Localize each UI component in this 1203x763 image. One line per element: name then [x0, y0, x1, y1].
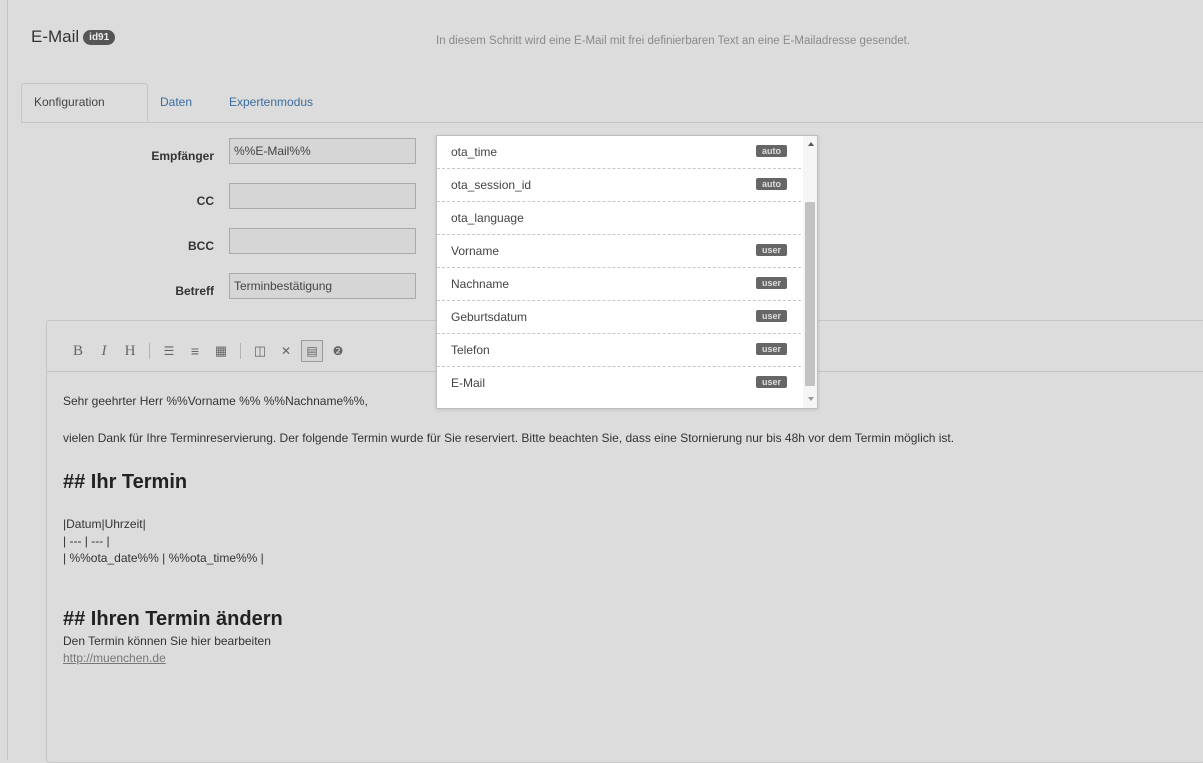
user-tag: user: [755, 244, 787, 256]
scroll-down-arrow-icon[interactable]: [808, 397, 814, 401]
heading-icon[interactable]: H: [119, 340, 141, 362]
subject-input[interactable]: Terminbestätigung: [229, 273, 416, 299]
id-badge: id91: [83, 30, 116, 45]
left-border: [7, 0, 8, 760]
dropdown-option[interactable]: ota_language: [437, 202, 801, 235]
dropdown-option[interactable]: Vorname user: [437, 235, 801, 268]
dropdown-option[interactable]: E-Mail user: [437, 367, 801, 400]
side-by-side-icon[interactable]: ◫: [249, 340, 271, 362]
editor-content[interactable]: Sehr geehrter Herr %%Vorname %% %%Nachna…: [63, 393, 1185, 667]
option-label: E-Mail: [451, 376, 486, 390]
auto-tag: auto: [756, 145, 787, 157]
scrollbar-thumb[interactable]: [805, 202, 815, 386]
change-link[interactable]: http://muenchen.de: [63, 650, 1185, 667]
bcc-label: BCC: [188, 239, 214, 253]
user-tag: user: [755, 343, 787, 355]
option-label: Nachname: [451, 277, 510, 291]
table-row-line: | %%ota_date%% | %%ota_time%% |: [63, 551, 264, 565]
title-text: E-Mail: [31, 27, 80, 46]
recipient-input[interactable]: %%E-Mail%%: [229, 138, 416, 164]
toolbar-separator: [149, 343, 150, 359]
help-icon[interactable]: ❷: [327, 340, 349, 362]
option-label: Geburtsdatum: [451, 310, 528, 324]
recipient-label: Empfänger: [151, 149, 214, 163]
bold-icon[interactable]: B: [67, 340, 89, 362]
cc-input[interactable]: [229, 183, 416, 209]
option-label: ota_language: [451, 211, 524, 225]
dropdown-option[interactable]: Nachname user: [437, 268, 801, 301]
heading-ihr-termin: ## Ihr Termin: [63, 471, 188, 493]
dropdown-option[interactable]: ota_time auto: [437, 136, 801, 169]
user-tag: user: [755, 376, 787, 388]
step-description: In diesem Schritt wird eine E-Mail mit f…: [436, 35, 911, 47]
tabs-divider: [21, 122, 1203, 123]
toolbar-separator: [240, 343, 241, 359]
subject-label: Betreff: [175, 284, 214, 298]
option-label: Vorname: [451, 244, 500, 258]
option-label: Telefon: [451, 343, 490, 357]
fullscreen-icon[interactable]: ✕: [275, 340, 297, 362]
body-paragraph: vielen Dank für Ihre Terminreservierung.…: [63, 431, 955, 445]
scroll-up-arrow-icon[interactable]: [808, 142, 814, 146]
editor-toolbar: B I H ☰ ≡ ▦ ◫ ✕ ▤ ❷: [67, 339, 353, 363]
italic-icon[interactable]: I: [93, 340, 115, 362]
cc-label: CC: [196, 194, 214, 208]
option-label: ota_session_id: [451, 178, 532, 192]
unordered-list-icon[interactable]: ☰: [158, 340, 180, 362]
heading-termin-aendern: ## Ihren Termin ändern: [63, 608, 283, 630]
page-title: E-Mail id91: [31, 27, 116, 47]
user-tag: user: [755, 310, 787, 322]
auto-tag: auto: [756, 178, 787, 190]
dropdown-option[interactable]: ota_session_id auto: [437, 169, 801, 202]
preview-icon[interactable]: ▤: [301, 340, 323, 362]
dropdown-option[interactable]: Telefon user: [437, 334, 801, 367]
table-icon[interactable]: ▦: [210, 340, 232, 362]
user-tag: user: [755, 277, 787, 289]
tab-konfiguration[interactable]: Konfiguration: [21, 83, 148, 122]
tab-expertenmodus[interactable]: Expertenmodus: [229, 95, 313, 109]
table-separator-line: | --- | --- |: [63, 534, 110, 548]
variable-dropdown[interactable]: ota_time auto ota_session_id auto ota_lang…: [436, 135, 818, 409]
tab-daten[interactable]: Daten: [160, 95, 192, 109]
table-header-line: |Datum|Uhrzeit|: [63, 517, 146, 531]
change-text: Den Termin können Sie hier bearbeiten: [63, 634, 271, 648]
option-label: ota_time: [451, 145, 498, 159]
ordered-list-icon[interactable]: ≡: [184, 340, 206, 362]
bcc-input[interactable]: [229, 228, 416, 254]
dropdown-option[interactable]: Geburtsdatum user: [437, 301, 801, 334]
